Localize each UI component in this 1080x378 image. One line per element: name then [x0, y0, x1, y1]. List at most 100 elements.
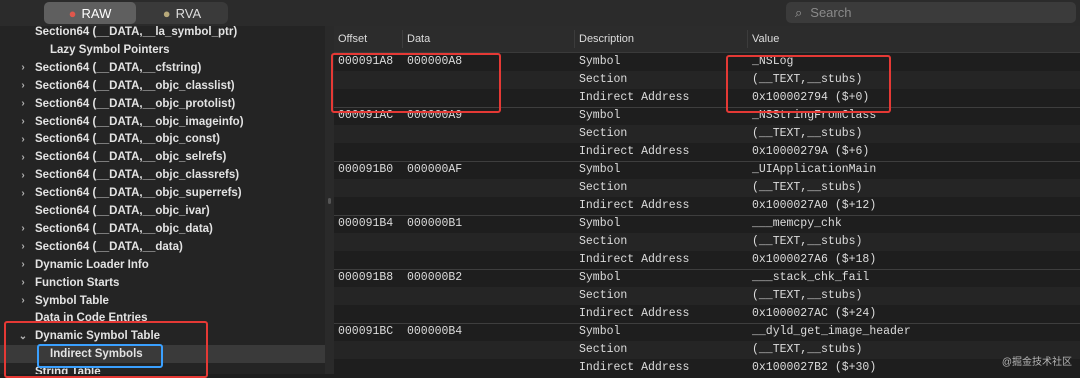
table-row-group[interactable]: 000091BC 000000B4 Symbol __dyld_get_image_h…: [334, 323, 1080, 374]
sidebar-item[interactable]: › Function Starts: [0, 274, 325, 292]
sidebar-item-label: Function Starts: [35, 276, 120, 289]
description-cell: Symbol: [579, 163, 621, 176]
rva-tab[interactable]: ● RVA: [136, 2, 228, 24]
chevron-right-icon[interactable]: ›: [18, 134, 28, 145]
description-cell: Symbol: [579, 217, 621, 230]
chevron-right-icon[interactable]: ›: [18, 152, 28, 163]
sidebar-item[interactable]: › Section64 (__DATA,__data): [0, 238, 325, 256]
sidebar-item[interactable]: › Section64 (__DATA,__objc_superrefs): [0, 184, 325, 202]
table-row[interactable]: 000091B4 000000B1 Symbol ___memcpy_chk: [334, 215, 1080, 233]
table-row[interactable]: Indirect Address 0x1000027A0 ($+12): [334, 197, 1080, 215]
chevron-right-icon[interactable]: ›: [18, 170, 28, 181]
table-row[interactable]: Section (__TEXT,__stubs): [334, 125, 1080, 143]
data-cell: 000000B4: [407, 325, 463, 338]
description-cell: Symbol: [579, 109, 621, 122]
sidebar-item-label: Dynamic Loader Info: [35, 258, 149, 271]
table-row[interactable]: Indirect Address 0x1000027A6 ($+18): [334, 251, 1080, 269]
table-row[interactable]: 000091BC 000000B4 Symbol __dyld_get_image_h…: [334, 323, 1080, 341]
sidebar-item[interactable]: › Section64 (__DATA,__objc_imageinfo): [0, 113, 325, 131]
chevron-right-icon[interactable]: ›: [18, 80, 28, 91]
search-input[interactable]: [808, 4, 1053, 21]
table-row[interactable]: Indirect Address 0x1000027AC ($+24): [334, 305, 1080, 323]
sidebar-item[interactable]: › Section64 (__DATA,__objc_data): [0, 220, 325, 238]
sidebar-item[interactable]: › Section64 (__DATA,__objc_protolist): [0, 95, 325, 113]
value-cell: (__TEXT,__stubs): [752, 289, 863, 302]
description-cell: Indirect Address: [579, 361, 690, 374]
sidebar-item[interactable]: Section64 (__DATA,__la_symbol_ptr): [0, 26, 325, 41]
sidebar-item[interactable]: Lazy Symbol Pointers: [0, 41, 325, 59]
chevron-right-icon[interactable]: ›: [18, 223, 28, 234]
sidebar-item-label: Section64 (__DATA,__objc_const): [35, 133, 220, 146]
value-highlight-box: [726, 55, 891, 113]
sidebar-item[interactable]: Section64 (__DATA,__objc_ivar): [0, 202, 325, 220]
raw-tab-label: RAW: [81, 5, 112, 21]
table-row-group[interactable]: 000091B4 000000B1 Symbol ___memcpy_chk Secti…: [334, 215, 1080, 270]
description-cell: Symbol: [579, 55, 621, 68]
value-cell: ___memcpy_chk: [752, 217, 842, 230]
value-cell: (__TEXT,__stubs): [752, 181, 863, 194]
description-cell: Section: [579, 73, 628, 86]
description-cell: Section: [579, 289, 628, 302]
sidebar-item[interactable]: › Section64 (__DATA,__cfstring): [0, 59, 325, 77]
column-separator[interactable]: [574, 30, 575, 48]
chevron-right-icon[interactable]: ›: [18, 295, 28, 306]
table-row[interactable]: Section (__TEXT,__stubs): [334, 341, 1080, 359]
chevron-right-icon[interactable]: ›: [18, 259, 28, 270]
table-row[interactable]: 000091B0 000000AF Symbol _UIApplicationMain: [334, 161, 1080, 179]
offset-cell: 000091B4: [338, 217, 394, 230]
data-cell: 000000B2: [407, 271, 463, 284]
description-cell: Symbol: [579, 271, 621, 284]
value-cell: (__TEXT,__stubs): [752, 343, 863, 356]
data-cell: 000000AF: [407, 163, 463, 176]
value-cell: 0x1000027AC ($+24): [752, 307, 877, 320]
data-cell: 000000B1: [407, 217, 463, 230]
description-cell: Indirect Address: [579, 307, 690, 320]
value-cell: ___stack_chk_fail: [752, 271, 870, 284]
value-cell: 0x1000027A0 ($+12): [752, 199, 877, 212]
chevron-right-icon[interactable]: ›: [18, 188, 28, 199]
sidebar-item[interactable]: › Section64 (__DATA,__objc_classrefs): [0, 166, 325, 184]
sidebar-item-label: Section64 (__DATA,__objc_protolist): [35, 97, 236, 110]
raw-tab[interactable]: ● RAW: [44, 2, 136, 24]
table-row[interactable]: Section (__TEXT,__stubs): [334, 287, 1080, 305]
column-header-description[interactable]: Description: [579, 33, 634, 45]
offset-cell: 000091B0: [338, 163, 394, 176]
sidebar-item-label: Symbol Table: [35, 294, 109, 307]
table-row[interactable]: Indirect Address 0x10000279A ($+6): [334, 143, 1080, 161]
sidebar-item[interactable]: › Dynamic Loader Info: [0, 256, 325, 274]
offset-cell: 000091BC: [338, 325, 394, 338]
sidebar-item[interactable]: › Section64 (__DATA,__objc_const): [0, 130, 325, 148]
table-row[interactable]: 000091B8 000000B2 Symbol ___stack_chk_fail: [334, 269, 1080, 287]
value-cell: _UIApplicationMain: [752, 163, 877, 176]
column-header-value[interactable]: Value: [752, 33, 779, 45]
column-separator[interactable]: [402, 30, 403, 48]
apple-icon: ●: [162, 5, 171, 21]
value-cell: __dyld_get_image_header: [752, 325, 911, 338]
table-row[interactable]: Section (__TEXT,__stubs): [334, 179, 1080, 197]
table-row[interactable]: Indirect Address 0x1000027B2 ($+30): [334, 359, 1080, 374]
offset-cell: 000091B8: [338, 271, 394, 284]
chevron-right-icon[interactable]: ›: [18, 277, 28, 288]
description-cell: Symbol: [579, 325, 621, 338]
table-row[interactable]: Section (__TEXT,__stubs): [334, 233, 1080, 251]
column-header-data[interactable]: Data: [407, 33, 430, 45]
apple-icon: ●: [68, 5, 77, 21]
column-header-offset[interactable]: Offset: [338, 33, 367, 45]
chevron-right-icon[interactable]: ›: [18, 116, 28, 127]
table-row-group[interactable]: 000091AC 000000A9 Symbol _NSStringFromClass…: [334, 107, 1080, 162]
search-box: ⌕: [786, 2, 1076, 23]
value-cell: 0x10000279A ($+6): [752, 145, 870, 158]
sidebar-item[interactable]: › Section64 (__DATA,__objc_selrefs): [0, 148, 325, 166]
sidebar-item[interactable]: › Symbol Table: [0, 292, 325, 310]
value-cell: 0x1000027B2 ($+30): [752, 361, 877, 374]
table-row-group[interactable]: 000091B0 000000AF Symbol _UIApplicationMain…: [334, 161, 1080, 216]
divider-grip[interactable]: [328, 198, 331, 204]
chevron-right-icon[interactable]: ›: [18, 62, 28, 73]
sidebar-item-label: Section64 (__DATA,__la_symbol_ptr): [35, 26, 238, 38]
sidebar-item[interactable]: › Section64 (__DATA,__objc_classlist): [0, 77, 325, 95]
table-row-group[interactable]: 000091B8 000000B2 Symbol ___stack_chk_fail S…: [334, 269, 1080, 324]
chevron-right-icon[interactable]: ›: [18, 241, 28, 252]
search-icon: ⌕: [795, 4, 803, 20]
chevron-right-icon[interactable]: ›: [18, 98, 28, 109]
column-separator[interactable]: [747, 30, 748, 48]
